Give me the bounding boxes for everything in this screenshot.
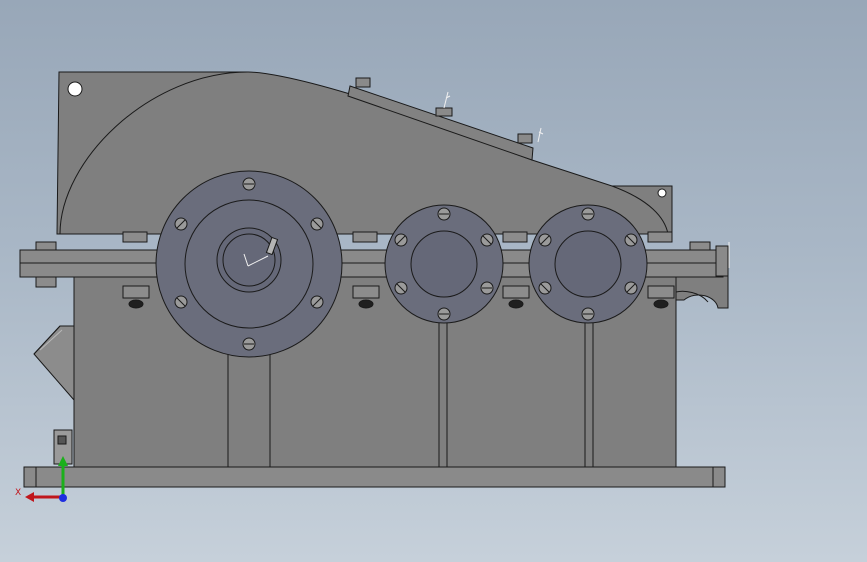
oil-drain-plug[interactable] [33, 325, 75, 402]
intermediate-shaft-bearing-cap[interactable] [384, 204, 504, 324]
triad-z-axis [59, 494, 67, 502]
rib-intermediate [438, 317, 448, 469]
cad-viewport[interactable]: X [0, 0, 867, 562]
rib-output [584, 317, 594, 469]
lifting-hole-left [67, 81, 83, 97]
input-shaft-bearing-cap[interactable] [155, 170, 343, 358]
lifting-hole-right [657, 188, 667, 198]
base-plate[interactable] [23, 466, 726, 488]
output-shaft-bearing-cap[interactable] [528, 204, 648, 324]
triad-x-arrow [25, 492, 34, 502]
triad-x-label: X [15, 488, 21, 498]
